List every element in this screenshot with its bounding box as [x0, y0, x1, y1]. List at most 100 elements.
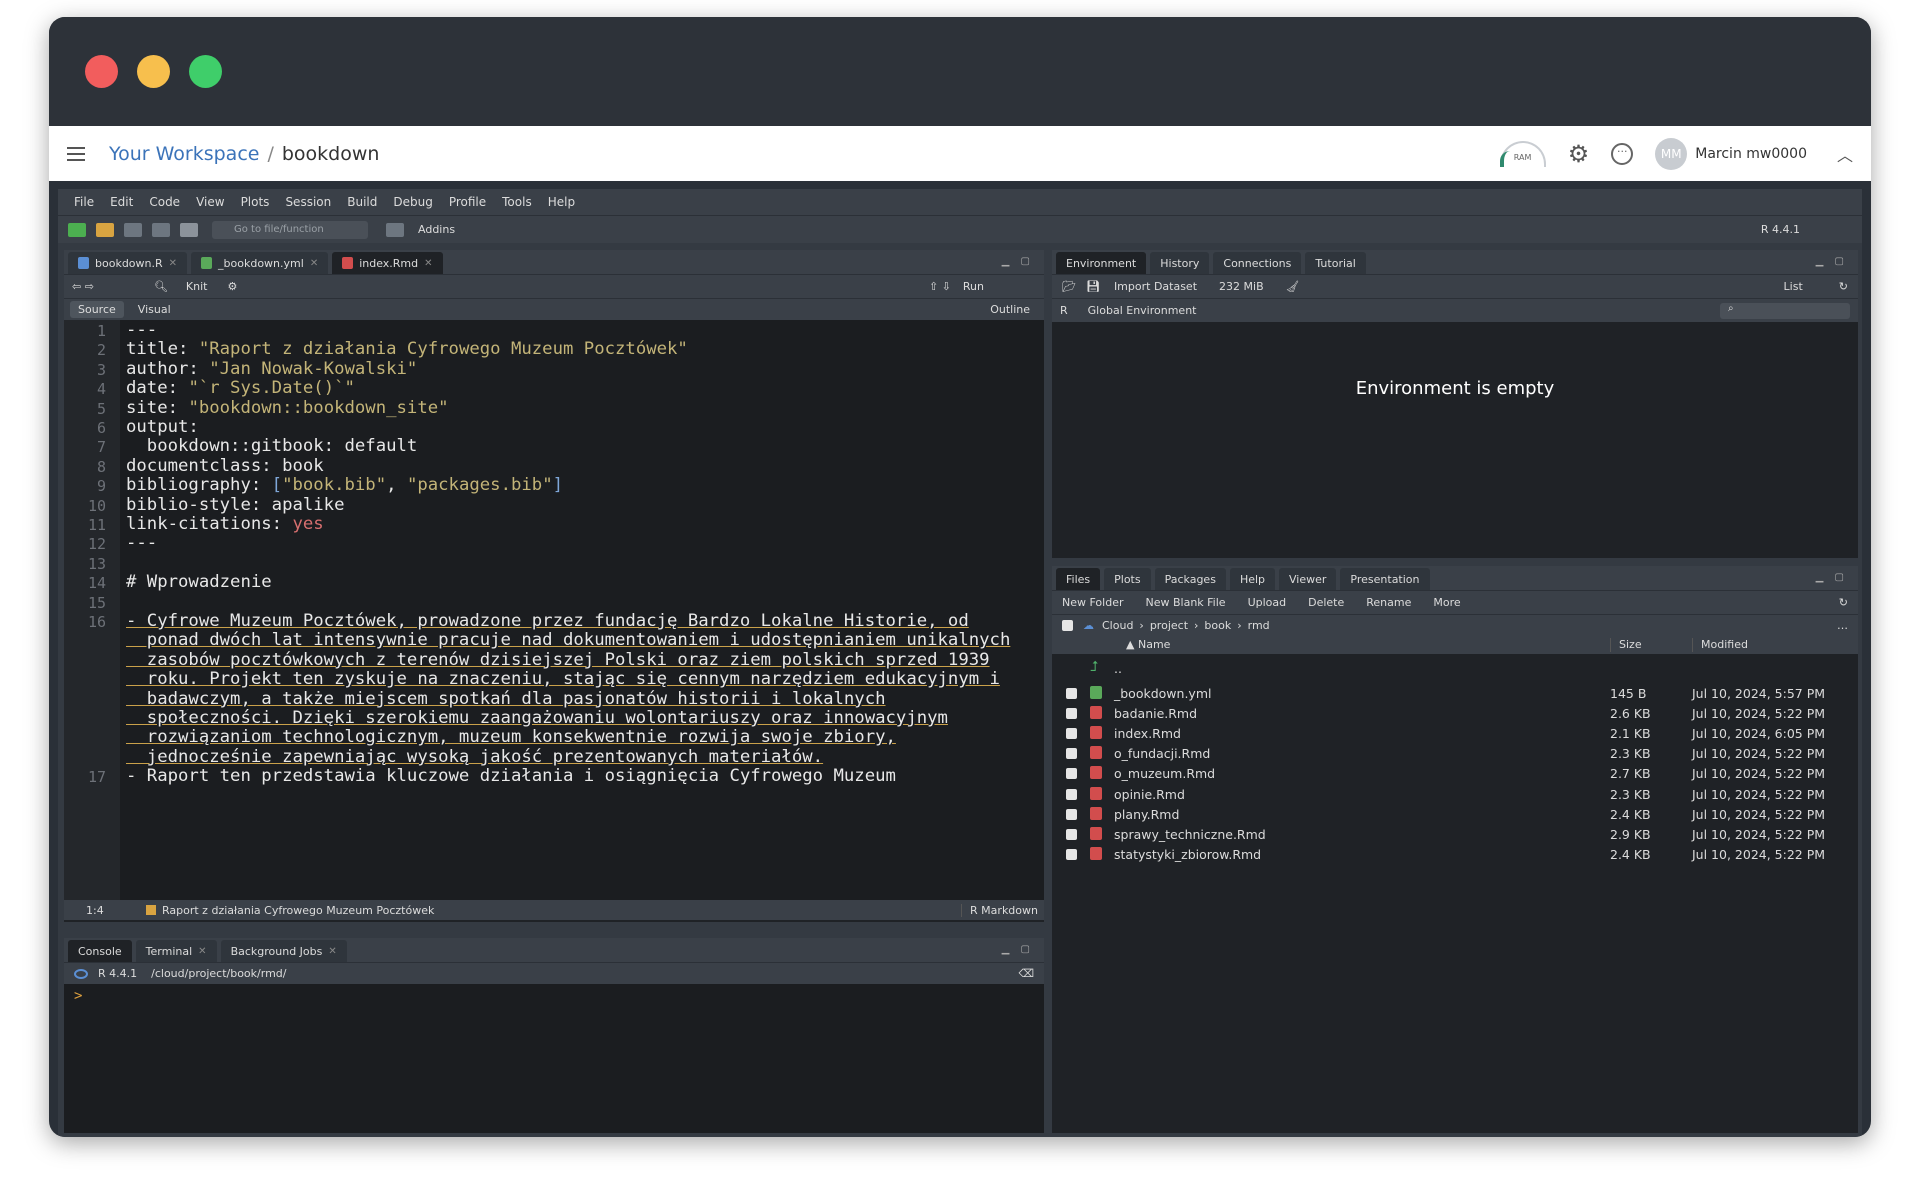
clear-console-icon[interactable]: ⌫ — [1018, 967, 1034, 980]
row-checkbox[interactable] — [1066, 727, 1077, 739]
load-workspace-icon[interactable]: 📂︎ — [1062, 280, 1076, 293]
up-arrow-icon[interactable]: ⇧ ⇩ — [929, 280, 951, 293]
view-mode-menu[interactable]: List — [1784, 280, 1803, 293]
file-type-menu[interactable]: R Markdown — [961, 903, 1038, 917]
menu-profile[interactable]: Profile — [449, 195, 486, 209]
table-row[interactable]: statystyki_zbiorow.Rmd 2.4 KB Jul 10, 2024… — [1052, 842, 1858, 867]
upload-button[interactable]: Upload — [1248, 596, 1287, 609]
addins-menu[interactable]: Addins — [418, 223, 455, 236]
row-checkbox[interactable] — [1066, 748, 1077, 760]
new-folder-button[interactable]: New Folder — [1062, 596, 1123, 609]
tab-console[interactable]: Console — [68, 940, 132, 962]
row-checkbox[interactable] — [1066, 808, 1077, 820]
tab-bookdown-r[interactable]: bookdown.R ✕ — [68, 252, 188, 274]
file-name[interactable]: badanie.Rmd — [1114, 706, 1197, 721]
breadcrumb-cloud[interactable]: Cloud — [1102, 619, 1133, 632]
tab-packages[interactable]: Packages — [1154, 568, 1226, 590]
menu-help[interactable]: Help — [548, 195, 575, 209]
rename-button[interactable]: Rename — [1366, 596, 1411, 609]
grid-layout-icon[interactable] — [386, 222, 404, 237]
language-menu[interactable]: R — [1060, 304, 1068, 317]
parent-directory-row[interactable]: ⮥ .. — [1052, 656, 1858, 681]
back-arrow-icon[interactable]: ⇦ ⇨ — [72, 280, 94, 293]
column-name[interactable]: ▲ Name — [1126, 638, 1170, 651]
row-checkbox[interactable] — [1066, 788, 1077, 800]
pane-window-controls[interactable]: ▁ ▢ — [1816, 572, 1848, 583]
new-blank-file-button[interactable]: New Blank File — [1145, 596, 1225, 609]
broom-icon[interactable]: 🧹︎ — [1286, 280, 1300, 293]
row-checkbox[interactable] — [1066, 768, 1077, 780]
tab-help[interactable]: Help — [1229, 568, 1276, 590]
tab-background-jobs[interactable]: Background Jobs ✕ — [220, 940, 347, 962]
tab-bookdown-yml[interactable]: _bookdown.yml ✕ — [191, 252, 329, 274]
close-icon[interactable]: ✕ — [310, 258, 318, 269]
tab-history[interactable]: History — [1150, 252, 1210, 274]
menu-plots[interactable]: Plots — [241, 195, 270, 209]
working-directory[interactable]: /cloud/project/book/rmd/ — [151, 967, 286, 980]
row-checkbox[interactable] — [1066, 707, 1077, 719]
tab-viewer[interactable]: Viewer — [1279, 568, 1337, 590]
row-checkbox[interactable] — [1066, 828, 1077, 840]
delete-button[interactable]: Delete — [1308, 596, 1344, 609]
menu-code[interactable]: Code — [149, 195, 180, 209]
tab-plots[interactable]: Plots — [1104, 568, 1151, 590]
menu-debug[interactable]: Debug — [393, 195, 432, 209]
row-checkbox[interactable] — [1066, 687, 1077, 699]
save-icon[interactable] — [124, 222, 142, 237]
file-name[interactable]: index.Rmd — [1114, 726, 1181, 741]
menu-file[interactable]: File — [74, 195, 94, 209]
column-size[interactable]: Size — [1610, 638, 1642, 652]
save-workspace-icon[interactable]: 💾︎ — [1086, 280, 1100, 293]
user-menu[interactable]: MM Marcin mw0000 — [1655, 137, 1807, 170]
tab-index-rmd[interactable]: index.Rmd ✕ — [332, 252, 443, 274]
select-all-checkbox[interactable] — [1062, 620, 1073, 631]
tab-environment[interactable]: Environment — [1056, 252, 1147, 274]
refresh-icon[interactable]: ↻ — [1839, 596, 1848, 609]
gear-icon[interactable]: ⚙ — [1568, 140, 1590, 168]
tab-presentation[interactable]: Presentation — [1340, 568, 1430, 590]
pane-window-controls[interactable]: ▁ ▢ — [1002, 256, 1034, 267]
menu-session[interactable]: Session — [285, 195, 331, 209]
refresh-icon[interactable]: ↻ — [1839, 280, 1848, 293]
tab-files[interactable]: Files — [1056, 568, 1101, 590]
import-dataset-button[interactable]: Import Dataset — [1114, 280, 1197, 293]
new-file-icon[interactable] — [68, 222, 86, 237]
code-area[interactable]: 1 2 3 4 5 6 7 8 9 10 11 12 13 14 15 16 1 — [64, 320, 1044, 900]
console-output[interactable]: > — [64, 984, 1044, 1133]
source-mode-button[interactable]: Source — [70, 301, 124, 318]
hamburger-menu-icon[interactable] — [67, 146, 85, 161]
row-checkbox[interactable] — [1066, 849, 1077, 861]
chevron-up-icon[interactable]: ︿ — [1837, 142, 1853, 166]
breadcrumb-project[interactable]: project — [1150, 619, 1188, 632]
chunk-navigator[interactable]: Raport z działania Cyfrowego Muzeum Pocz… — [146, 904, 434, 917]
menu-edit[interactable]: Edit — [110, 195, 133, 209]
menu-build[interactable]: Build — [347, 195, 377, 209]
ram-usage-icon[interactable]: RAM — [1499, 140, 1546, 167]
save-all-icon[interactable] — [152, 222, 170, 237]
close-icon[interactable]: ✕ — [328, 946, 336, 957]
file-name[interactable]: plany.Rmd — [1114, 807, 1179, 822]
r-version-menu[interactable]: R 4.4.1 — [1761, 223, 1800, 236]
memory-usage[interactable]: 232 MiB — [1219, 280, 1264, 293]
minimize-window-button[interactable] — [137, 55, 170, 88]
tab-tutorial[interactable]: Tutorial — [1305, 252, 1366, 274]
breadcrumb-book[interactable]: book — [1204, 619, 1231, 632]
outline-button[interactable]: Outline — [990, 303, 1030, 316]
goto-file-input[interactable]: Go to file/function — [212, 220, 368, 239]
search-icon[interactable]: 🔍︎ — [154, 280, 168, 293]
menu-tools[interactable]: Tools — [502, 195, 532, 209]
tab-terminal[interactable]: Terminal ✕ — [135, 940, 217, 962]
close-icon[interactable]: ✕ — [424, 258, 432, 269]
search-icon[interactable]: ⌕ — [1720, 302, 1850, 319]
more-options-icon[interactable]: ··· — [1611, 142, 1634, 165]
file-name[interactable]: o_muzeum.Rmd — [1114, 766, 1215, 781]
file-name[interactable]: sprawy_techniczne.Rmd — [1114, 827, 1266, 842]
breadcrumb-rmd[interactable]: rmd — [1248, 619, 1270, 632]
menu-view[interactable]: View — [196, 195, 224, 209]
pane-window-controls[interactable]: ▁ ▢ — [1816, 256, 1848, 267]
open-project-icon[interactable] — [96, 222, 114, 237]
column-modified[interactable]: Modified — [1692, 638, 1748, 652]
visual-mode-button[interactable]: Visual — [130, 301, 179, 318]
file-name[interactable]: _bookdown.yml — [1114, 686, 1211, 701]
pane-window-controls[interactable]: ▁ ▢ — [1002, 944, 1034, 955]
